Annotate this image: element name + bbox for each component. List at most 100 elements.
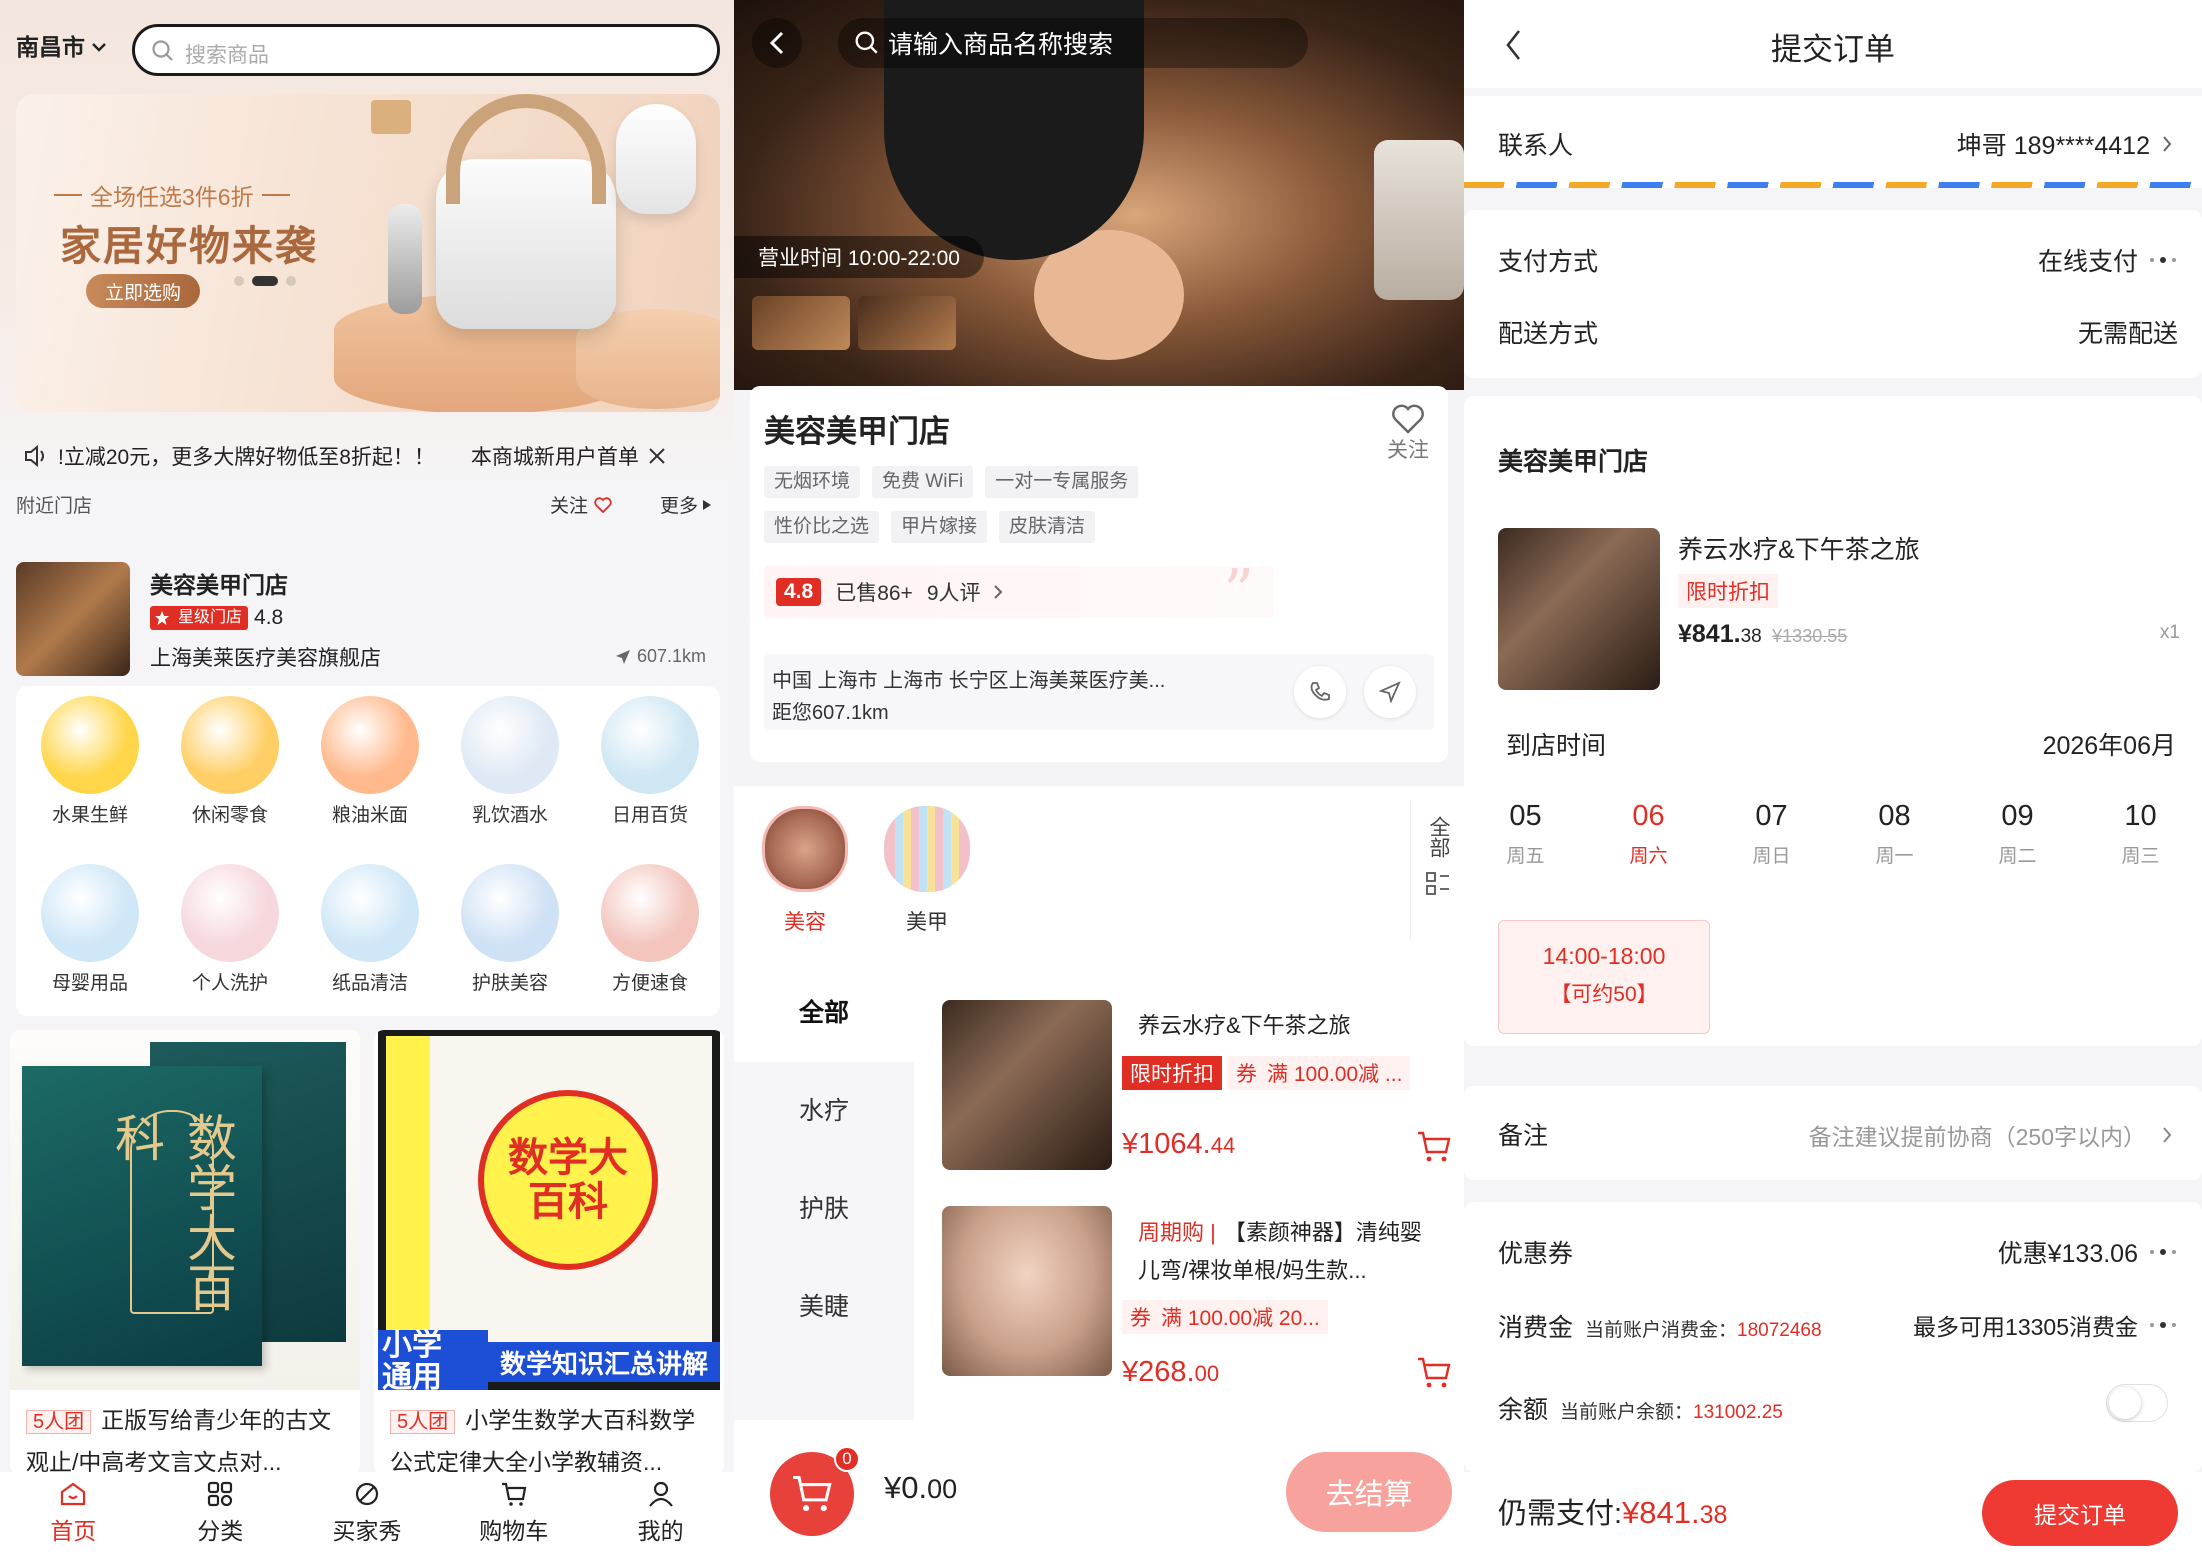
category-item[interactable]: 纸品清洁 — [300, 864, 440, 1014]
shop-item-2[interactable]: 周期购 | 【素颜神器】清纯婴儿弯/裸妆单根/妈生款... 券 满 100.00减… — [942, 1206, 1452, 1388]
notice-bar[interactable]: !立减20元，更多大牌好物低至8折起！！ 本商城新用户首单 — [22, 440, 712, 472]
phone-button[interactable] — [1294, 666, 1346, 718]
contact-card[interactable]: 联系人 坤哥 189****4412 — [1464, 96, 2202, 188]
category-item[interactable]: 日用百货 — [580, 696, 720, 846]
coupon-value: 优惠¥133.06 — [1997, 1240, 2138, 1268]
category-item[interactable]: 护肤美容 — [440, 864, 580, 1014]
date-option[interactable]: 10 周三 — [2079, 800, 2202, 868]
side-category-item[interactable]: 护肤 — [734, 1160, 914, 1258]
side-category-item[interactable]: 水疗 — [734, 1062, 914, 1160]
home-icon — [59, 1480, 87, 1508]
nearby-follow[interactable]: 关注 — [550, 491, 612, 518]
gallery-thumb-1[interactable] — [752, 296, 850, 350]
nearby-more[interactable]: 更多 — [660, 491, 712, 518]
city-selector[interactable]: 南昌市 — [16, 28, 107, 62]
tab-label: 购物车 — [479, 1518, 549, 1544]
envelope-stripe — [1464, 182, 2202, 188]
nearby-more-label: 更多 — [660, 496, 699, 517]
category-item[interactable]: 粮油米面 — [300, 696, 440, 846]
coupon-selector[interactable]: 优惠¥133.06 — [1998, 1234, 2178, 1270]
instant-icon — [601, 864, 699, 962]
chevron-right-icon — [2162, 1126, 2172, 1144]
tab-label: 分类 — [197, 1518, 244, 1544]
more-dots-icon — [2148, 256, 2178, 264]
all-categories-button[interactable]: 全部 — [1410, 800, 1464, 940]
shop-follow-button[interactable]: 关注 — [1380, 404, 1436, 464]
shop-item-1[interactable]: 养云水疗&下午茶之旅 限时折扣 券 满 100.00减 ... ¥1064.44 — [942, 1000, 1452, 1180]
promo-banner[interactable]: 全场任选3件6折 家居好物来袭 立即选购 — [16, 94, 720, 412]
chevron-right-icon — [993, 584, 1003, 600]
navigate-button[interactable] — [1364, 666, 1416, 718]
store-card[interactable]: 美容美甲门店 星级门店 4.8 上海美莱医疗美容旗舰店 607.1km — [16, 560, 720, 680]
tab-category[interactable]: 分类 — [147, 1472, 294, 1562]
balance-toggle[interactable] — [2106, 1384, 2168, 1422]
date-option[interactable]: 06 周六 — [1587, 800, 1710, 868]
book-2-banner-text: 数学知识汇总讲解 — [499, 1348, 708, 1379]
top-category-item[interactable]: 美容 — [746, 806, 864, 936]
tab-cart[interactable]: 购物车 — [440, 1472, 587, 1562]
add-to-cart-icon[interactable] — [1416, 1356, 1452, 1390]
category-label: 个人洗护 — [191, 973, 268, 994]
item-1-coupon-label: 券 — [1236, 1063, 1257, 1086]
tab-user[interactable]: 我的 — [587, 1472, 734, 1562]
banner-pagination[interactable] — [234, 276, 296, 286]
date-day: 08 — [1878, 800, 1911, 832]
category-item[interactable]: 乳饮酒水 — [440, 696, 580, 846]
shop-search-placeholder: 请输入商品名称搜索 — [888, 31, 1114, 59]
product-card-2[interactable]: 数学大百科 小学通用 数学知识汇总讲解 5人团 小学生数学大百科数学公式定律大全小… — [374, 1030, 724, 1475]
shop-address-box[interactable]: 中国 上海市 上海市 长宁区上海美莱医疗美... 距您607.1km — [764, 654, 1434, 730]
cart-icon — [790, 1474, 834, 1514]
balance-current: 131002.25 — [1693, 1402, 1783, 1423]
time-slot[interactable]: 14:00-18:00 【可约50】 — [1498, 920, 1710, 1034]
category-item[interactable]: 水果生鲜 — [20, 696, 160, 846]
date-option[interactable]: 05 周五 — [1464, 800, 1587, 868]
date-option[interactable]: 07 周日 — [1710, 800, 1833, 868]
banner-subtitle: 全场任选3件6折 — [54, 178, 290, 212]
category-item[interactable]: 休闲零食 — [160, 696, 300, 846]
item-1-coupon: 券 满 100.00减 ... — [1228, 1056, 1411, 1090]
close-icon[interactable] — [647, 446, 667, 466]
order-item-qty: x1 — [2159, 622, 2180, 643]
side-category-item[interactable]: 美睫 — [734, 1258, 914, 1356]
gallery-thumb-2[interactable] — [858, 296, 956, 350]
wash-icon — [181, 864, 279, 962]
date-option[interactable]: 09 周二 — [1956, 800, 2079, 868]
date-option[interactable]: 08 周一 — [1833, 800, 1956, 868]
remark-row[interactable]: 备注 备注建议提前协商（250字以内） — [1464, 1086, 2202, 1180]
category-item[interactable]: 方便速食 — [580, 864, 720, 1014]
tab-buyer-show[interactable]: 买家秀 — [294, 1472, 441, 1562]
remark-label: 备注 — [1498, 1122, 1549, 1150]
product-card-1[interactable]: 数学大百科 5人团 正版写给青少年的古文观止/中高考文言文点对... — [10, 1030, 360, 1475]
item-1-tag: 限时折扣 — [1122, 1056, 1222, 1090]
payment-card: 支付方式 在线支付 配送方式 无需配送 — [1464, 210, 2202, 378]
cart-total-dec: 00 — [927, 1474, 958, 1504]
shop-tag: 无烟环境 — [764, 466, 861, 498]
banner-cta-button[interactable]: 立即选购 — [86, 274, 200, 308]
category-item[interactable]: 母婴用品 — [20, 864, 160, 1014]
shop-distance: 距您607.1km — [772, 702, 889, 724]
category-label: 乳饮酒水 — [471, 805, 548, 826]
add-to-cart-icon[interactable] — [1416, 1130, 1452, 1164]
date-picker: 05 周五 06 周六 07 周日 08 周一 09 周二 10 周三 — [1464, 800, 2202, 868]
order-item-price-dec: 38 — [1740, 626, 1762, 647]
search-input[interactable]: 搜索商品 — [132, 24, 720, 76]
shop-search-input[interactable]: 请输入商品名称搜索 — [838, 18, 1308, 68]
shop-rating-row[interactable]: 4.8 已售86+ 9人评 ” — [764, 562, 1274, 622]
remark-input[interactable]: 备注建议提前协商（250字以内） — [1809, 1118, 2172, 1152]
top-category-item[interactable]: 美甲 — [868, 806, 986, 936]
submit-order-label: 提交订单 — [2034, 1502, 2126, 1528]
category-item[interactable]: 个人洗护 — [160, 864, 300, 1014]
tab-home[interactable]: 首页 — [0, 1472, 147, 1562]
speaker-icon — [22, 443, 50, 469]
city-name: 南昌市 — [16, 34, 85, 60]
back-button[interactable] — [752, 18, 802, 68]
points-selector[interactable]: 最多可用13305消费金 — [1913, 1308, 2178, 1342]
shop-tags-row-2: 性价比之选 甲片嫁接 皮肤清洁 — [764, 511, 1107, 543]
submit-order-button[interactable]: 提交订单 — [1982, 1480, 2178, 1546]
payment-selector[interactable]: 在线支付 — [2038, 242, 2178, 278]
checkout-button[interactable]: 去结算 — [1286, 1452, 1452, 1532]
navigation-arrow-icon — [1379, 681, 1401, 703]
side-category-item[interactable]: 全部 — [734, 964, 914, 1062]
points-row: 消费金 当前账户消费金： 18072468 — [1498, 1308, 1822, 1344]
category-label: 日用百货 — [611, 805, 688, 826]
